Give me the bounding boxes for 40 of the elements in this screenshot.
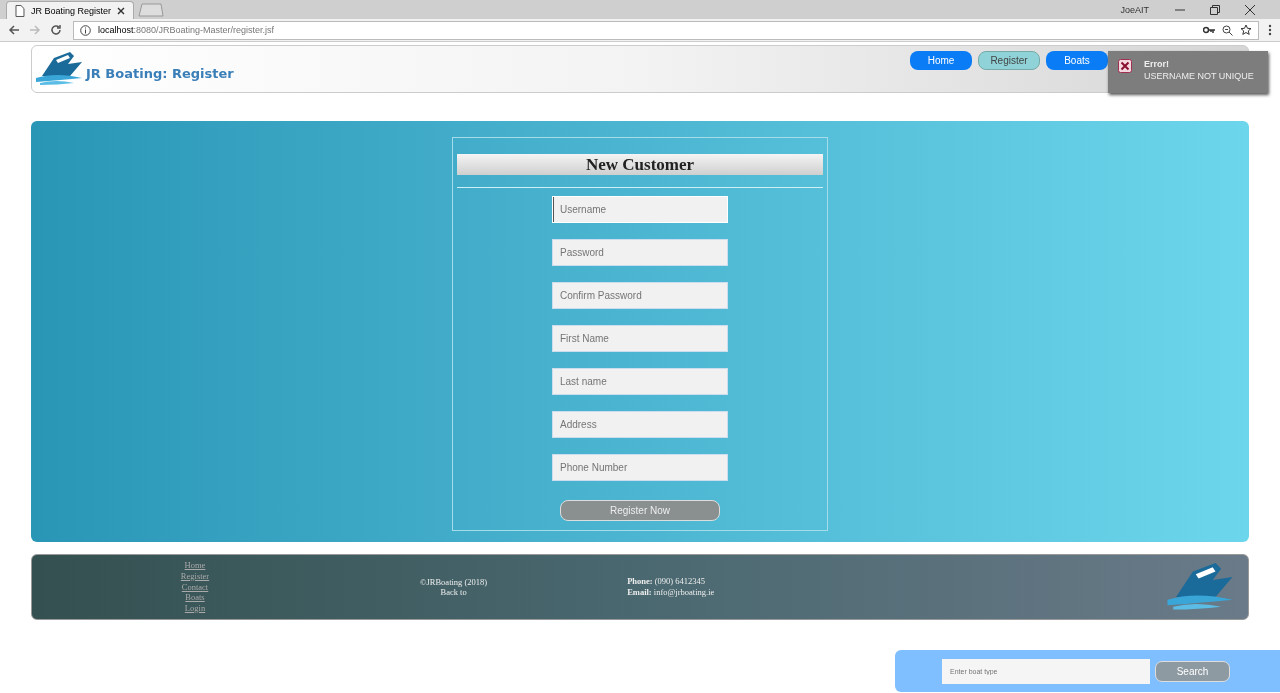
info-icon	[80, 24, 91, 36]
phone-text: Phone: (090) 6412345	[627, 576, 707, 587]
zoom-icon[interactable]	[1222, 24, 1233, 36]
search-button[interactable]: Search	[1155, 660, 1230, 682]
boat-logo	[34, 52, 84, 86]
close-icon[interactable]	[1245, 4, 1255, 15]
page-title: JR Boating: Register	[86, 65, 234, 81]
key-icon[interactable]	[1203, 26, 1215, 34]
footer-link[interactable]: Home	[184, 560, 206, 571]
register-button[interactable]: Register Now	[560, 500, 720, 521]
star-icon[interactable]	[1240, 24, 1252, 36]
browser-tab[interactable]: JR Boating Register	[6, 1, 134, 19]
profile-name[interactable]: JoeAIT	[1120, 4, 1149, 15]
tab-title: JR Boating Register	[30, 5, 111, 16]
toast-title: Error!	[1144, 59, 1170, 69]
input-field[interactable]: Password	[552, 239, 728, 266]
nav-button[interactable]: Boats	[1046, 50, 1108, 70]
copyright-text: ©JRBoating (2018)	[420, 577, 488, 587]
footer-link[interactable]: Login	[184, 603, 206, 614]
input-field[interactable]: Confirm Password	[552, 282, 728, 309]
page-icon	[15, 4, 25, 17]
toast-message: USERNAME NOT UNIQUE	[1144, 71, 1254, 81]
input-field[interactable]: First Name	[552, 325, 728, 352]
input-field[interactable]: Address	[552, 411, 728, 438]
footer-link[interactable]: Register	[180, 570, 210, 582]
back-icon[interactable]	[8, 24, 20, 36]
back-link[interactable]: Back to	[440, 587, 467, 597]
email-text: Email: info@jrboating.ie	[627, 587, 715, 598]
error-icon	[1118, 59, 1132, 73]
restore-icon[interactable]	[1210, 4, 1220, 15]
nav-button[interactable]: Home	[910, 50, 972, 70]
reload-icon[interactable]	[50, 24, 62, 36]
nav-button[interactable]: Register	[978, 50, 1040, 70]
footer-link[interactable]: Contact	[181, 581, 209, 593]
close-icon[interactable]	[117, 6, 125, 15]
input-field[interactable]: Last name	[552, 368, 728, 395]
address-bar[interactable]: localhost:8080/JRBoating-Master/register.jsf	[73, 20, 1259, 40]
menu-icon[interactable]	[1268, 24, 1272, 36]
input-field[interactable]: Phone Number	[552, 454, 728, 481]
footer-link[interactable]: Boats	[185, 592, 205, 604]
